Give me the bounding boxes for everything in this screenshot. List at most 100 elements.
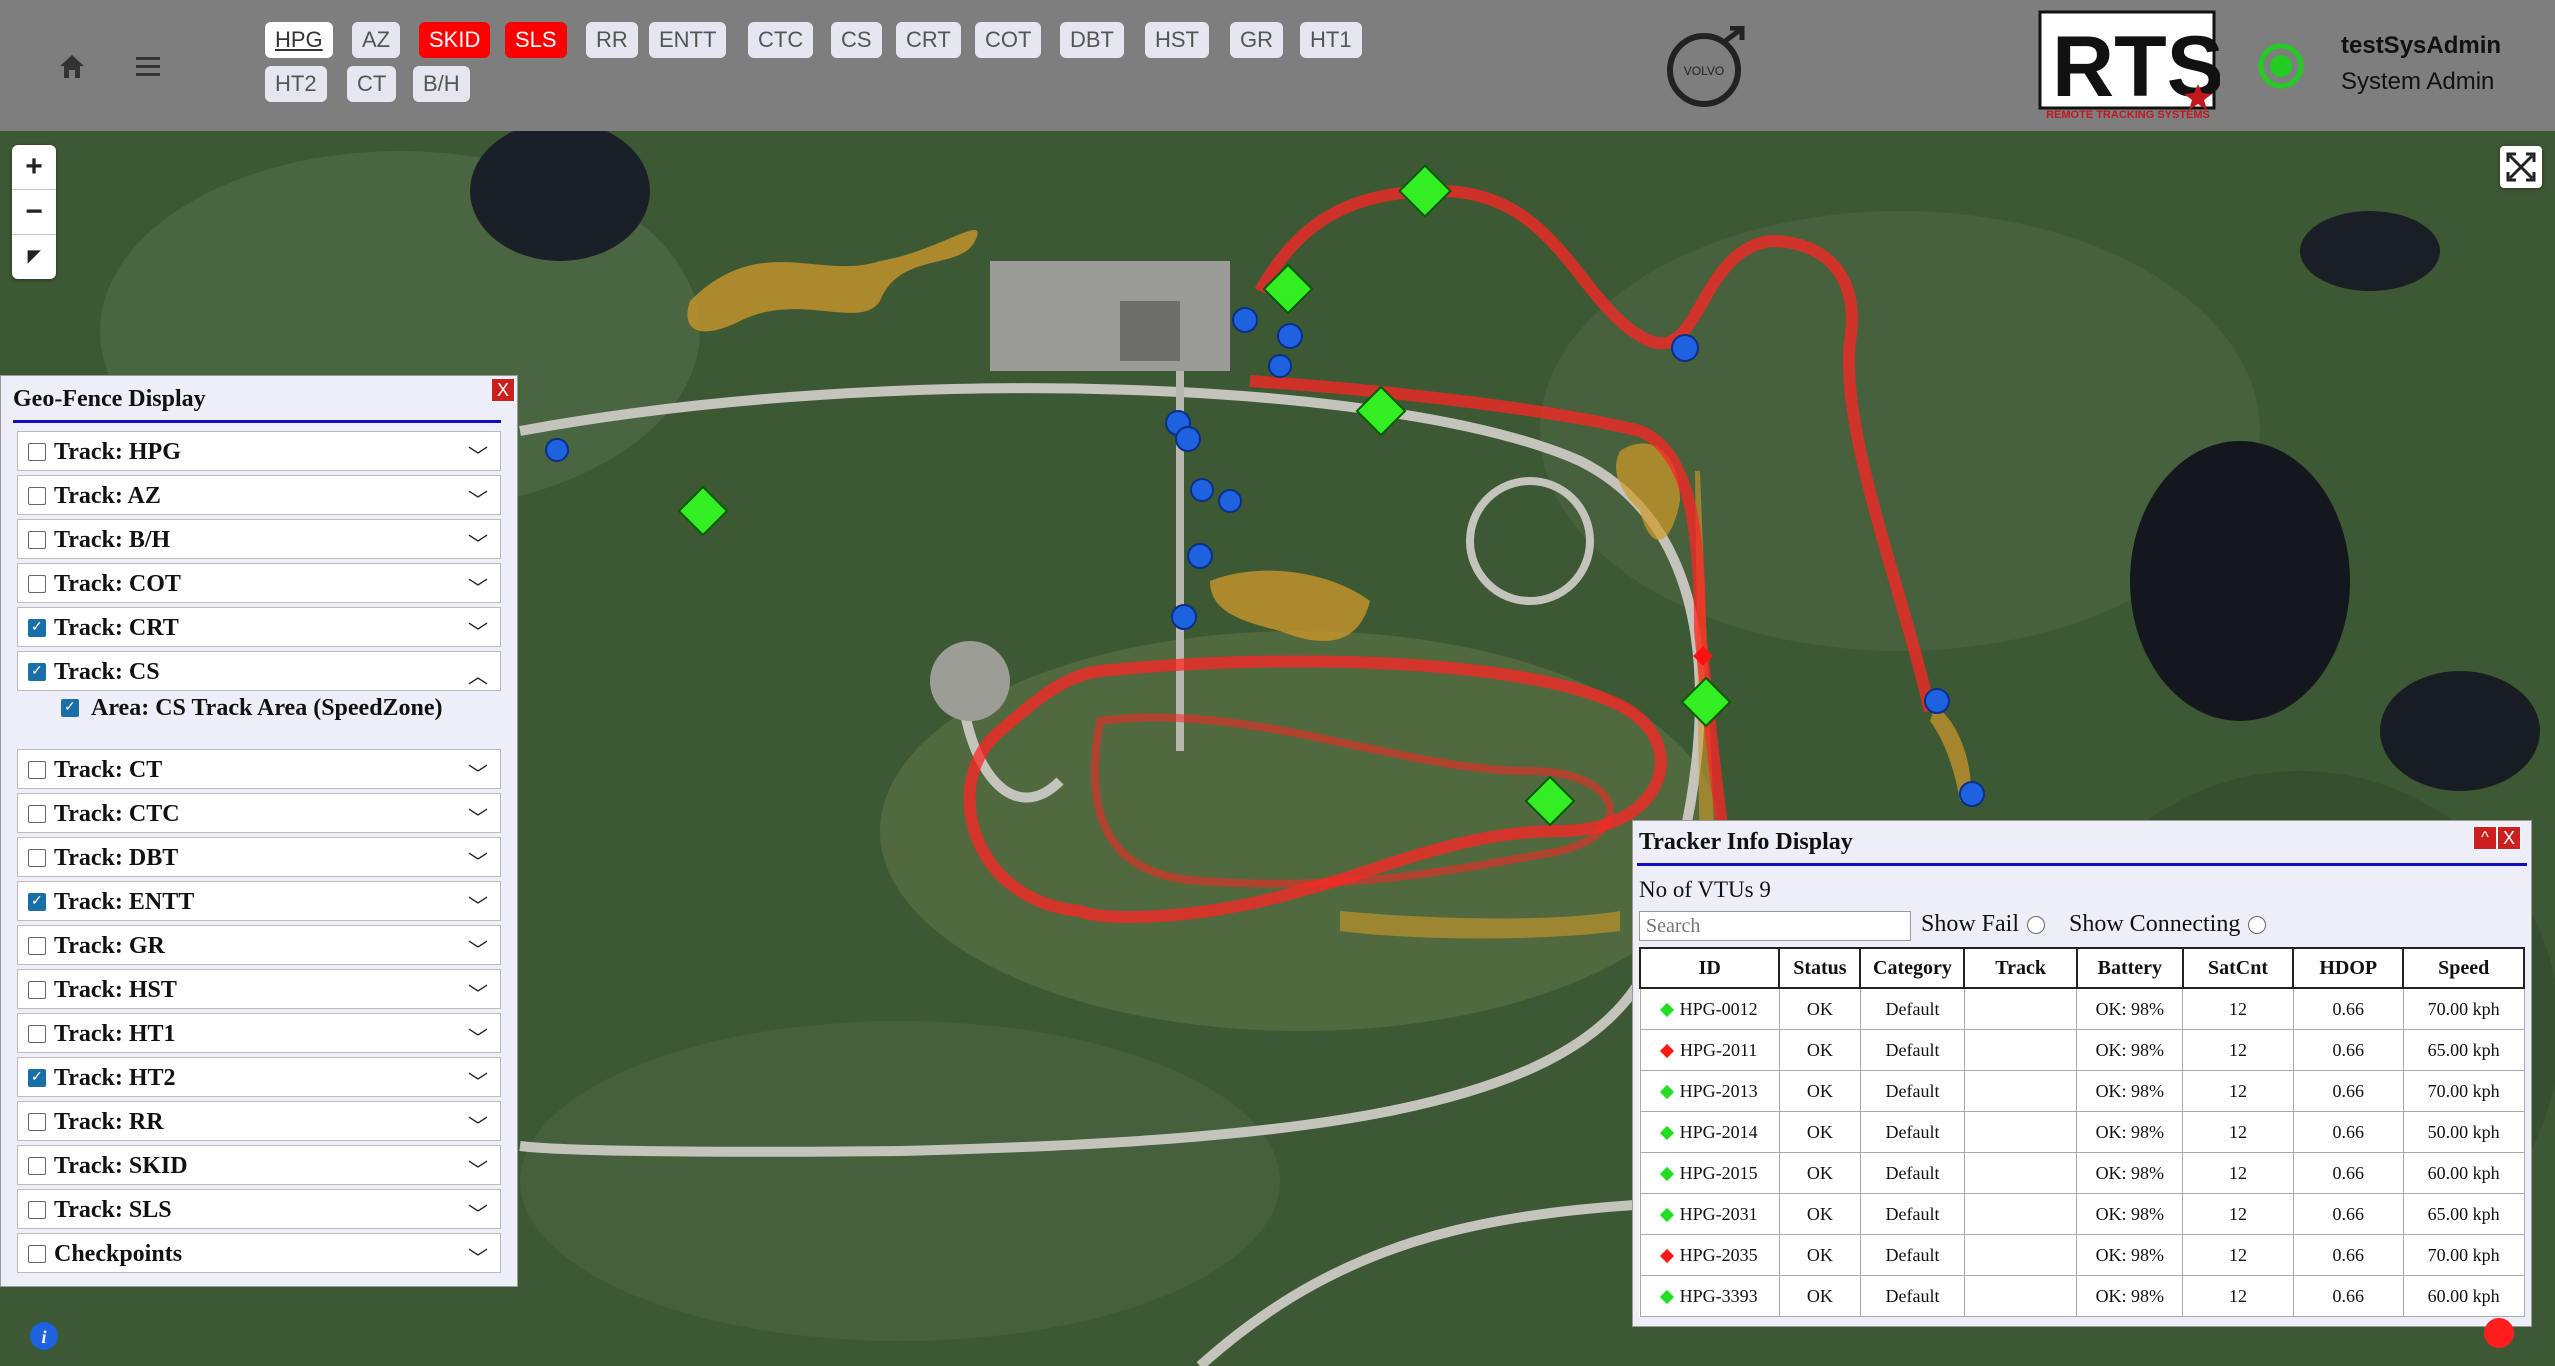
geo-fence-row[interactable]: Track: CT ﹀ [17,749,501,789]
chevron-down-icon[interactable]: ﹀ [468,846,488,875]
info-icon[interactable]: i [28,1320,60,1352]
chevron-up-icon[interactable]: ︿ [468,660,488,689]
geo-fence-checkbox[interactable] [28,1201,46,1219]
geo-fence-row[interactable]: Track: HST ﹀ [17,969,501,1009]
show-fail-radio[interactable] [2027,916,2046,935]
geo-fence-close-button[interactable]: X [491,378,515,402]
geo-fence-checkbox[interactable] [28,805,46,823]
geo-fence-checkbox[interactable] [28,662,46,681]
geo-fence-row[interactable]: Track: COT ﹀ [17,563,501,603]
scroll-to-top-button[interactable] [2484,1318,2514,1348]
geo-fence-row[interactable]: Track: GR ﹀ [17,925,501,965]
geo-fence-sub-item[interactable]: Area: CS Track Area (SpeedZone) [57,691,501,727]
table-row[interactable]: HPG-3393 OK Default OK: 98% 12 0.66 60.00 kph [1639,1275,2525,1317]
geo-fence-row[interactable]: Track: HT1 ﹀ [17,1013,501,1053]
user-name[interactable]: testSysAdmin [2341,32,2501,60]
chevron-down-icon[interactable]: ﹀ [468,758,488,787]
column-header[interactable]: SatCnt [2181,947,2295,989]
geo-fence-row[interactable]: Track: CTC ﹀ [17,793,501,833]
geo-fence-checkbox[interactable] [28,531,46,549]
tracker-minimize-button[interactable]: ^ [2473,826,2497,850]
chevron-down-icon[interactable]: ﹀ [468,616,488,645]
table-row[interactable]: HPG-2035 OK Default OK: 98% 12 0.66 70.00 kph [1639,1234,2525,1276]
tab-gr[interactable]: GR [1230,22,1283,58]
geo-fence-checkbox[interactable] [28,981,46,999]
tracker-close-button[interactable]: X [2497,826,2521,850]
chevron-down-icon[interactable]: ﹀ [468,1242,488,1271]
column-header[interactable]: Speed [2402,947,2525,989]
column-header[interactable]: Battery [2075,947,2184,989]
column-header[interactable]: HDOP [2292,947,2405,989]
geo-fence-row[interactable]: Track: HT2 ﹀ [17,1057,501,1097]
geo-fence-checkbox[interactable] [28,1025,46,1043]
geo-fence-checkbox[interactable] [28,1245,46,1263]
geo-fence-row[interactable]: Track: HPG ﹀ [17,431,501,471]
chevron-down-icon[interactable]: ﹀ [468,978,488,1007]
geo-fence-row[interactable]: Track: RR ﹀ [17,1101,501,1141]
table-row[interactable]: HPG-2013 OK Default OK: 98% 12 0.66 70.00 kph [1639,1070,2525,1112]
geo-fence-checkbox[interactable] [28,575,46,593]
tab-crt[interactable]: CRT [896,22,961,58]
reset-north-button[interactable]: ◤ [12,235,56,279]
tab-ct[interactable]: CT [347,66,397,102]
table-row[interactable]: HPG-2031 OK Default OK: 98% 12 0.66 65.00 kph [1639,1193,2525,1235]
geo-fence-sub-checkbox[interactable] [61,698,79,717]
geo-fence-checkbox[interactable] [28,618,46,637]
chevron-down-icon[interactable]: ﹀ [468,1066,488,1095]
chevron-down-icon[interactable]: ﹀ [468,572,488,601]
tab-cot[interactable]: COT [975,22,1042,58]
tracker-search-input[interactable] [1639,911,1911,941]
geo-fence-row[interactable]: Track: CS ︿ [17,651,501,691]
chevron-down-icon[interactable]: ﹀ [468,1198,488,1227]
tab-rr[interactable]: RR [586,22,638,58]
show-connecting-option[interactable]: Show Connecting [2069,911,2267,938]
chevron-down-icon[interactable]: ﹀ [468,1154,488,1183]
chevron-down-icon[interactable]: ﹀ [468,802,488,831]
tab-sls[interactable]: SLS [505,22,567,58]
chevron-down-icon[interactable]: ﹀ [468,440,488,469]
tab-cs[interactable]: CS [831,22,882,58]
geo-fence-checkbox[interactable] [28,937,46,955]
tab-ht1[interactable]: HT1 [1300,22,1362,58]
tab-hst[interactable]: HST [1145,22,1209,58]
column-header[interactable]: ID [1638,947,1781,989]
geo-fence-row[interactable]: Track: B/H ﹀ [17,519,501,559]
geo-fence-checkbox[interactable] [28,487,46,505]
table-row[interactable]: HPG-2015 OK Default OK: 98% 12 0.66 60.00 kph [1639,1152,2525,1194]
tab-hpg[interactable]: HPG [265,22,333,58]
column-header[interactable]: Track [1963,947,2078,989]
geo-fence-row[interactable]: Track: SKID ﹀ [17,1145,501,1185]
geo-fence-checkbox[interactable] [28,1113,46,1131]
home-icon[interactable] [52,46,92,86]
geo-fence-row[interactable]: Checkpoints ﹀ [17,1233,501,1273]
menu-icon[interactable] [128,46,168,86]
table-row[interactable]: HPG-2011 OK Default OK: 98% 12 0.66 65.00 kph [1639,1029,2525,1071]
zoom-out-button[interactable]: − [12,190,56,235]
geo-fence-checkbox[interactable] [28,849,46,867]
geo-fence-row[interactable]: Track: ENTT ﹀ [17,881,501,921]
tab-ctc[interactable]: CTC [748,22,814,58]
table-row[interactable]: HPG-0012 OK Default OK: 98% 12 0.66 70.00 kph [1639,987,2525,1030]
chevron-down-icon[interactable]: ﹀ [468,890,488,919]
geo-fence-row[interactable]: Track: CRT ﹀ [17,607,501,647]
geo-fence-checkbox[interactable] [28,761,46,779]
chevron-down-icon[interactable]: ﹀ [468,934,488,963]
show-connecting-radio[interactable] [2248,916,2267,935]
tab-dbt[interactable]: DBT [1060,22,1124,58]
tab-az[interactable]: AZ [352,22,401,58]
geo-fence-row[interactable]: Track: DBT ﹀ [17,837,501,877]
fullscreen-icon[interactable] [2500,146,2542,188]
zoom-in-button[interactable]: + [12,145,56,190]
chevron-down-icon[interactable]: ﹀ [468,528,488,557]
chevron-down-icon[interactable]: ﹀ [468,484,488,513]
tab-bh[interactable]: B/H [413,66,470,102]
chevron-down-icon[interactable]: ﹀ [468,1022,488,1051]
geo-fence-checkbox[interactable] [28,1157,46,1175]
geo-fence-row[interactable]: Track: AZ ﹀ [17,475,501,515]
tab-entt[interactable]: ENTT [649,22,727,58]
geo-fence-checkbox[interactable] [28,1068,46,1087]
geo-fence-checkbox[interactable] [28,443,46,461]
show-fail-option[interactable]: Show Fail [1921,911,2046,938]
column-header[interactable]: Status [1778,947,1862,989]
tab-skid[interactable]: SKID [419,22,491,58]
